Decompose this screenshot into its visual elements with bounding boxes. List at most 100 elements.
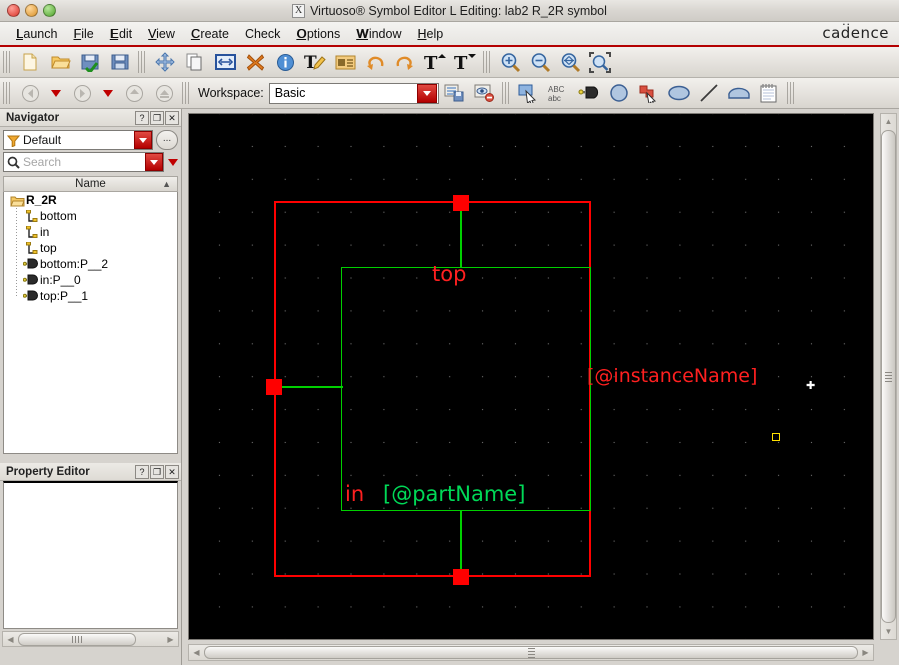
forward-icon[interactable] <box>67 79 97 107</box>
menu-launch[interactable]: LLaunch <box>8 25 65 43</box>
hide-workspace-icon[interactable] <box>469 79 499 107</box>
property-editor-help-button[interactable]: ? <box>135 465 149 479</box>
filter-chevron-down-icon[interactable] <box>134 131 152 149</box>
redo-icon[interactable] <box>390 48 420 76</box>
toolbar2-grip-3[interactable] <box>501 82 511 104</box>
wire-in[interactable] <box>277 386 343 388</box>
pin-in[interactable] <box>266 379 282 395</box>
menu-view[interactable]: VView <box>140 25 183 43</box>
hscroll-thumb[interactable] <box>18 632 136 646</box>
create-arc-icon[interactable] <box>724 79 754 107</box>
save-workspace-icon[interactable] <box>439 79 469 107</box>
create-pin-icon[interactable] <box>574 79 604 107</box>
tree-item-r2r[interactable]: R_2R <box>4 192 177 208</box>
zoom-out-icon[interactable] <box>525 48 555 76</box>
toolbar-grip-2[interactable] <box>138 51 147 73</box>
navigator-tree[interactable]: R_2R bottom in top bottom:P__2 in:P__0 t… <box>3 192 178 454</box>
scroll-left-icon[interactable]: ◀ <box>189 645 204 660</box>
back-dropdown-icon[interactable] <box>45 79 67 107</box>
property-editor-close-button[interactable]: ✕ <box>165 465 179 479</box>
pin-label-in[interactable]: in <box>345 482 364 506</box>
open-folder-icon[interactable] <box>45 48 75 76</box>
canvas-hscrollbar[interactable]: ◀ ▶ <box>188 644 874 661</box>
menu-window[interactable]: WWindow <box>348 25 409 43</box>
workspace-combobox[interactable]: Basic <box>268 82 439 104</box>
create-line-icon[interactable] <box>694 79 724 107</box>
vscroll-thumb[interactable] <box>881 130 896 623</box>
menu-create[interactable]: CCreate <box>183 25 237 43</box>
menu-help[interactable]: HHelp <box>409 25 451 43</box>
create-note-icon[interactable] <box>754 79 784 107</box>
toolbar2-grip-2[interactable] <box>182 82 191 104</box>
stretch-icon[interactable] <box>210 48 240 76</box>
menu-options[interactable]: OOptions <box>288 25 348 43</box>
property-editor-restore-button[interactable]: ❐ <box>150 465 164 479</box>
pin-bottom[interactable] <box>453 569 469 585</box>
copy-icon[interactable] <box>180 48 210 76</box>
tree-item-bottom[interactable]: bottom <box>4 208 177 224</box>
wire-bottom[interactable] <box>460 510 462 576</box>
part-name-label[interactable]: [@partName] <box>383 482 525 506</box>
move-icon[interactable] <box>150 48 180 76</box>
navigator-restore-button[interactable]: ❐ <box>150 111 164 125</box>
toolbar2-grip[interactable] <box>3 82 12 104</box>
instance-name-label[interactable]: [@instanceName] <box>587 365 757 387</box>
menu-file[interactable]: FFile <box>65 25 101 43</box>
symbol-canvas[interactable]: top [@instanceName] in [@partName] botto… <box>188 113 874 640</box>
tree-column-header-name[interactable]: Name ▲ <box>3 176 178 192</box>
symbol-body-rectangle[interactable] <box>341 267 591 511</box>
pin-label-top[interactable]: top <box>432 262 466 286</box>
filter-combobox[interactable]: Default <box>3 130 153 150</box>
zoom-in-icon[interactable] <box>495 48 525 76</box>
hscroll-thumb[interactable] <box>204 646 858 659</box>
chevron-down-icon[interactable] <box>416 83 437 103</box>
property-editor-content[interactable] <box>3 481 178 629</box>
tree-item-top[interactable]: top <box>4 240 177 256</box>
search-chevron-down-icon[interactable] <box>145 153 163 171</box>
create-ellipse-icon[interactable] <box>664 79 694 107</box>
scroll-right-icon[interactable]: ▶ <box>858 645 873 660</box>
tree-item-in[interactable]: in <box>4 224 177 240</box>
toolbar-grip[interactable] <box>3 51 12 73</box>
navigator-help-button[interactable]: ? <box>135 111 149 125</box>
wire-top[interactable] <box>460 202 462 268</box>
top-hierarchy-icon[interactable] <box>149 79 179 107</box>
property-editor-hscrollbar[interactable]: ◀ ▶ <box>2 631 179 647</box>
vscroll-track[interactable] <box>881 129 896 624</box>
menu-check[interactable]: Check <box>237 25 288 43</box>
select-tool-icon[interactable] <box>514 79 544 107</box>
new-cellview-icon[interactable] <box>15 48 45 76</box>
text-down-icon[interactable]: T <box>450 48 480 76</box>
info-icon[interactable] <box>270 48 300 76</box>
toolbar-grip-3[interactable] <box>483 51 492 73</box>
menu-edit[interactable]: EEdit <box>102 25 140 43</box>
back-icon[interactable] <box>15 79 45 107</box>
canvas-vscrollbar[interactable]: ▲ ▼ <box>880 113 897 640</box>
forward-dropdown-icon[interactable] <box>97 79 119 107</box>
pin-top[interactable] <box>453 195 469 211</box>
tree-item-top-p1[interactable]: top:P__1 <box>4 288 177 304</box>
filter-options-button[interactable]: ... <box>156 130 178 150</box>
edit-object-properties-icon[interactable] <box>330 48 360 76</box>
undo-icon[interactable] <box>360 48 390 76</box>
delete-icon[interactable] <box>240 48 270 76</box>
tree-item-in-p0[interactable]: in:P__0 <box>4 272 177 288</box>
scroll-up-icon[interactable]: ▲ <box>881 114 896 129</box>
search-options-arrow-icon[interactable] <box>168 158 178 166</box>
tree-item-bottom-p2[interactable]: bottom:P__2 <box>4 256 177 272</box>
label-text-icon[interactable]: ABC abc <box>544 79 574 107</box>
navigator-close-button[interactable]: ✕ <box>165 111 179 125</box>
text-up-icon[interactable]: T <box>420 48 450 76</box>
save-check-icon[interactable] <box>75 48 105 76</box>
up-hierarchy-icon[interactable] <box>119 79 149 107</box>
save-icon[interactable] <box>105 48 135 76</box>
scroll-left-icon[interactable]: ◀ <box>3 632 18 646</box>
zoom-selection-icon[interactable] <box>585 48 615 76</box>
create-polygon-icon[interactable] <box>634 79 664 107</box>
toolbar2-grip-4[interactable] <box>786 82 796 104</box>
scroll-down-icon[interactable]: ▼ <box>881 624 896 639</box>
zoom-fit-icon[interactable] <box>555 48 585 76</box>
edit-text-icon[interactable]: T <box>300 48 330 76</box>
create-circle-icon[interactable] <box>604 79 634 107</box>
scroll-right-icon[interactable]: ▶ <box>163 632 178 646</box>
